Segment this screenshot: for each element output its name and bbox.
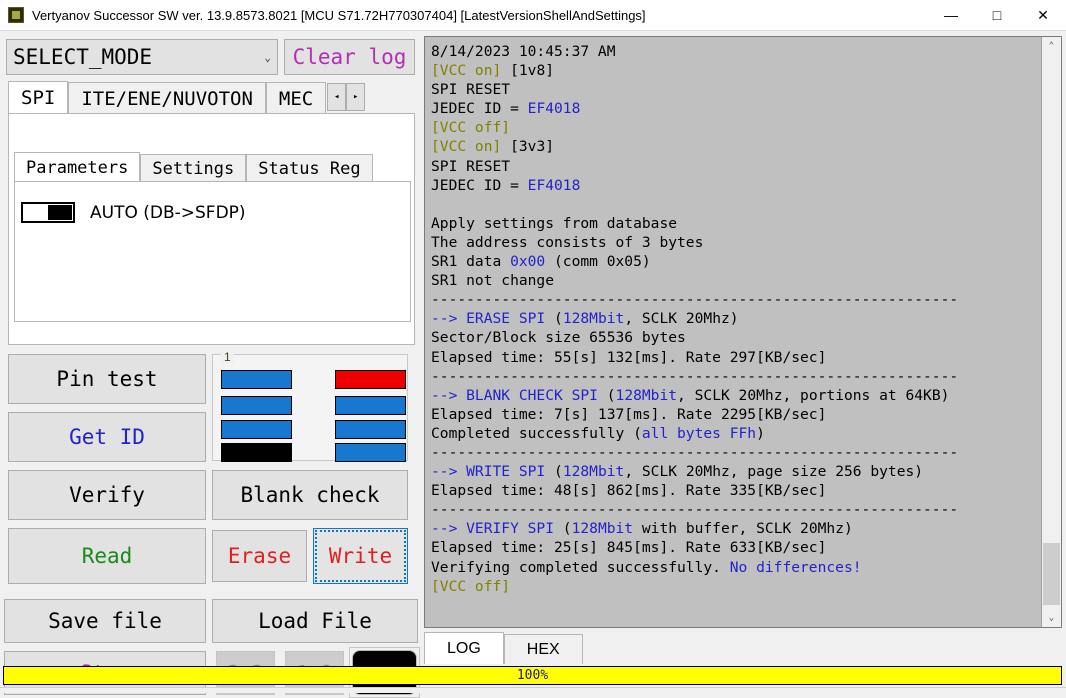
log-line: --> VERIFY SPI (128Mbit with buffer, SCL… [431,520,853,538]
pin-led-group-label: 1 [221,350,234,364]
mode-select-dropdown[interactable]: SELECT_MODE ⌄ [6,39,278,75]
tab-scroll-left-icon[interactable]: ◂ [327,83,347,111]
log-line: ----------------------------------------… [431,501,959,519]
write-button[interactable]: Write [313,528,408,584]
log-line: SR1 not change [431,272,555,290]
led-right-1 [335,370,406,389]
chevron-down-icon: ⌄ [264,50,271,64]
log-line: 8/14/2023 10:45:37 AM [431,43,616,60]
log-line: Elapsed time: 55[s] 132[ms]. Rate 297[KB… [431,348,827,366]
scrollbar-track[interactable] [1042,55,1061,543]
tab-spi[interactable]: SPI [8,81,69,114]
parameters-panel: AUTO (DB->SFDP) [14,181,411,322]
spi-sub-tabs: Parameters Settings Status Reg [14,152,411,182]
scroll-up-icon[interactable]: ⌃ [1042,37,1061,55]
auto-toggle-row: AUTO (DB->SFDP) [21,202,246,223]
read-button[interactable]: Read [8,528,206,584]
log-line: Elapsed time: 48[s] 862[ms]. Rate 335[KB… [431,482,827,500]
log-line: --> ERASE SPI (128Mbit, SCLK 20Mhz) [431,310,739,328]
tab-scroll-right-icon[interactable]: ▸ [346,83,366,111]
led-left-1 [221,370,292,389]
scrollbar-thumb[interactable] [1043,543,1060,605]
tab-status-reg[interactable]: Status Reg [246,154,373,182]
log-line: Verifying completed successfully. No dif… [431,558,862,576]
log-scrollbar[interactable]: ⌃ ⌄ [1041,37,1061,627]
tab-parameters[interactable]: Parameters [14,152,141,182]
progress-bar: 100% [3,666,1062,685]
log-line: Elapsed time: 25[s] 845[ms]. Rate 633[KB… [431,539,827,557]
tab-ite-ene-nuvoton[interactable]: ITE/ENE/NUVOTON [68,82,266,114]
blank-check-button[interactable]: Blank check [212,470,408,520]
tab-scroll-arrows: ◂ ▸ [327,83,366,111]
chip-icon [8,7,24,23]
save-file-button[interactable]: Save file [4,599,206,643]
erase-button[interactable]: Erase [212,530,307,582]
log-panel: 8/14/2023 10:45:37 AM [VCC on] [1v8] SPI R… [421,33,1066,631]
progress-label: 100% [516,668,549,683]
led-right-2 [335,396,406,415]
log-line: Elapsed time: 7[s] 137[ms]. Rate 2295[KB… [431,405,827,423]
left-control-panel: SELECT_MODE ⌄ Clear log SPI ITE/ENE/NUVO… [0,32,420,698]
minimize-button[interactable]: — [928,0,974,30]
device-family-tabs: SPI ITE/ENE/NUVOTON MEC ◂ ▸ [8,81,415,114]
log-line: [VCC off] [431,577,511,595]
load-file-button[interactable]: Load File [212,599,418,643]
log-output-text[interactable]: 8/14/2023 10:45:37 AM [VCC on] [1v8] SPI R… [425,37,1041,627]
scroll-down-icon[interactable]: ⌄ [1042,609,1061,627]
tab-hex[interactable]: HEX [503,634,583,664]
window-title: Vertyanov Successor SW ver. 13.9.8573.80… [32,7,646,23]
log-line: ----------------------------------------… [431,443,959,461]
led-left-3 [221,420,292,439]
log-line: [VCC off] [431,119,511,137]
status-bar [0,687,1066,693]
log-line: Apply settings from database [431,214,678,232]
log-line: SPI RESET [431,157,511,175]
output-view-tabs: LOG HEX [424,632,583,664]
title-bar: Vertyanov Successor SW ver. 13.9.8573.80… [0,0,1066,31]
window-controls: — □ ✕ [928,0,1066,30]
log-line: Completed successfully (all bytes FFh) [431,424,765,442]
tab-settings[interactable]: Settings [140,154,247,182]
log-line: JEDEC ID = EF4018 [431,100,581,118]
log-line: --> WRITE SPI (128Mbit, SCLK 20Mhz, page… [431,463,924,481]
led-left-2 [221,396,292,415]
led-right-4 [335,443,406,462]
log-line: [VCC on] [1v8] [431,62,555,80]
led-right-3 [335,420,406,439]
log-line: ----------------------------------------… [431,291,959,309]
pin-test-button[interactable]: Pin test [8,354,206,404]
close-button[interactable]: ✕ [1020,0,1066,30]
log-line: SPI RESET [431,81,511,99]
log-line: --> BLANK CHECK SPI (128Mbit, SCLK 20Mhz… [431,386,950,404]
auto-toggle-switch[interactable] [21,202,75,223]
led-left-4 [221,443,292,462]
get-id-button[interactable]: Get ID [8,412,206,462]
maximize-button[interactable]: □ [974,0,1020,30]
clear-log-button[interactable]: Clear log [284,39,415,75]
spi-tab-page: Parameters Settings Status Reg AUTO (DB-… [8,113,415,345]
mode-select-value: SELECT_MODE [13,45,153,69]
tab-mec[interactable]: MEC [265,82,327,114]
verify-button[interactable]: Verify [8,470,206,520]
log-line: The address consists of 3 bytes [431,233,704,251]
log-line: JEDEC ID = EF4018 [431,176,581,194]
log-line: ----------------------------------------… [431,367,959,385]
tab-log[interactable]: LOG [424,632,504,664]
log-line: [VCC on] [3v3] [431,138,555,156]
auto-toggle-label: AUTO (DB->SFDP) [90,202,246,223]
log-frame: 8/14/2023 10:45:37 AM [VCC on] [1v8] SPI R… [424,36,1062,628]
log-line: SR1 data 0x00 (comm 0x05) [431,253,651,271]
log-line: Sector/Block size 65536 bytes [431,329,686,347]
